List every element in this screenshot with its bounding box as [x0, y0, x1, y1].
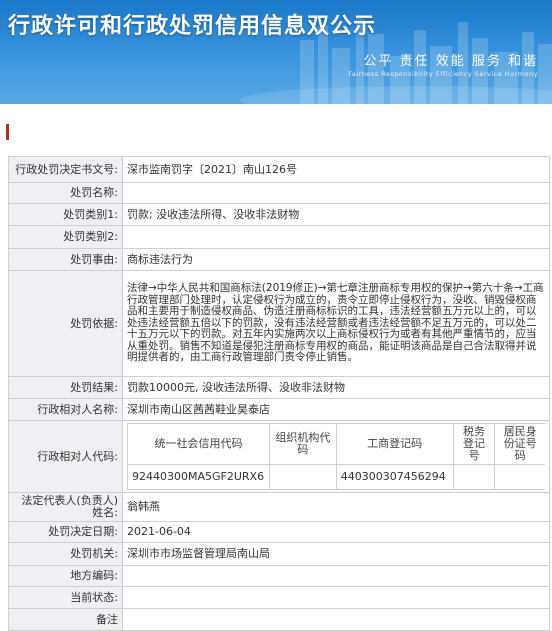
result-label: 处罚结果:	[8, 376, 123, 399]
category1-value: 罚款; 没收违法所得、没收非法财物	[122, 203, 550, 226]
row-basis: 处罚依据: 法律→中华人民共和国商标法(2019修正)→第七章注册商标专用权的保…	[8, 270, 550, 377]
code-header-business: 工商登记码	[335, 423, 454, 465]
authority-value: 深圳市市场监督管理局南山局	[122, 542, 550, 566]
party-name-label: 行政相对人名称:	[8, 398, 123, 421]
remark-label: 备注	[8, 608, 123, 631]
basis-value: 法律→中华人民共和国商标法(2019修正)→第七章注册商标专用权的保护→第六十条…	[122, 270, 550, 377]
remark-value	[122, 608, 550, 631]
area-code-label: 地方编码:	[8, 565, 123, 587]
row-decision-date: 处罚决定日期: 2021-06-04	[8, 521, 550, 543]
code-header-credit: 统一社会信用代码	[127, 423, 270, 465]
authority-label: 处罚机关:	[8, 542, 123, 566]
code-header-row: 统一社会信用代码 组织机构代码 工商登记码 税务登记号 居民身份证号码	[127, 423, 545, 465]
legal-rep-label: 法定代表人(负责人)姓名:	[8, 492, 123, 522]
code-value-credit: 92440300MA5GF2URX6	[127, 464, 270, 490]
row-penalty-name: 处罚名称:	[8, 182, 550, 204]
row-status: 当前状态:	[8, 586, 550, 609]
row-remark: 备注	[8, 608, 550, 631]
legal-rep-value: 翁韩燕	[122, 492, 550, 522]
reason-value: 商标违法行为	[122, 248, 550, 271]
decision-no-label: 行政处罚决定书文号:	[8, 156, 123, 183]
site-banner: 行政许可和行政处罚信用信息双公示 公平 责任 效能 服务 和谐 Fairness…	[0, 0, 552, 104]
status-value	[122, 586, 550, 609]
penalty-name-label: 处罚名称:	[8, 182, 123, 204]
code-header-tax: 税务登记号	[452, 423, 496, 465]
party-code-subtable-cell: 统一社会信用代码 组织机构代码 工商登记码 税务登记号 居民身份证号码 9244…	[122, 420, 550, 493]
row-area-code: 地方编码:	[8, 565, 550, 587]
category1-label: 处罚类别1:	[8, 203, 123, 226]
code-value-row: 92440300MA5GF2URX6 440300307456294	[127, 464, 545, 490]
penalty-name-value	[122, 182, 550, 204]
code-header-org: 组织机构代码	[268, 423, 337, 465]
code-value-id	[494, 464, 545, 490]
code-header-id: 居民身份证号码	[494, 423, 545, 465]
row-decision-no: 行政处罚决定书文号: 深市监南罚字〔2021〕南山126号	[8, 156, 550, 183]
party-code-label: 行政相对人代码:	[8, 420, 123, 493]
row-reason: 处罚事由: 商标违法行为	[8, 248, 550, 271]
result-value: 罚款10000元, 没收违法所得、没收非法财物	[122, 376, 550, 399]
row-party-code: 行政相对人代码: 统一社会信用代码 组织机构代码 工商登记码 税务登记号 居民身…	[8, 420, 550, 493]
section-marker	[6, 124, 9, 140]
decision-date-value: 2021-06-04	[122, 521, 550, 543]
site-title: 行政许可和行政处罚信用信息双公示	[8, 14, 377, 39]
code-value-org	[268, 464, 337, 490]
area-code-value	[122, 565, 550, 587]
penalty-info-table: 行政处罚决定书文号: 深市监南罚字〔2021〕南山126号 处罚名称: 处罚类别…	[8, 156, 550, 631]
row-party-name: 行政相对人名称: 深圳市南山区茜茜鞋业昊泰店	[8, 398, 550, 421]
reason-label: 处罚事由:	[8, 248, 123, 271]
row-result: 处罚结果: 罚款10000元, 没收违法所得、没收非法财物	[8, 376, 550, 399]
row-category1: 处罚类别1: 罚款; 没收违法所得、没收非法财物	[8, 203, 550, 226]
row-authority: 处罚机关: 深圳市市场监督管理局南山局	[8, 542, 550, 566]
category2-value	[122, 225, 550, 249]
basis-label: 处罚依据:	[8, 270, 123, 377]
slogan-en: Fairness Responsibility Efficiency Servi…	[348, 70, 538, 78]
slogan: 公平 责任 效能 服务 和谐	[363, 54, 538, 69]
decision-no-value: 深市监南罚字〔2021〕南山126号	[122, 156, 550, 183]
row-category2: 处罚类别2:	[8, 225, 550, 249]
decision-date-label: 处罚决定日期:	[8, 521, 123, 543]
category2-label: 处罚类别2:	[8, 225, 123, 249]
row-legal-rep: 法定代表人(负责人)姓名: 翁韩燕	[8, 492, 550, 522]
party-name-value: 深圳市南山区茜茜鞋业昊泰店	[122, 398, 550, 421]
code-value-tax	[452, 464, 496, 490]
section-header	[0, 104, 552, 152]
party-code-subtable: 统一社会信用代码 组织机构代码 工商登记码 税务登记号 居民身份证号码 9244…	[127, 423, 545, 490]
status-label: 当前状态:	[8, 586, 123, 609]
code-value-business: 440300307456294	[335, 464, 454, 490]
